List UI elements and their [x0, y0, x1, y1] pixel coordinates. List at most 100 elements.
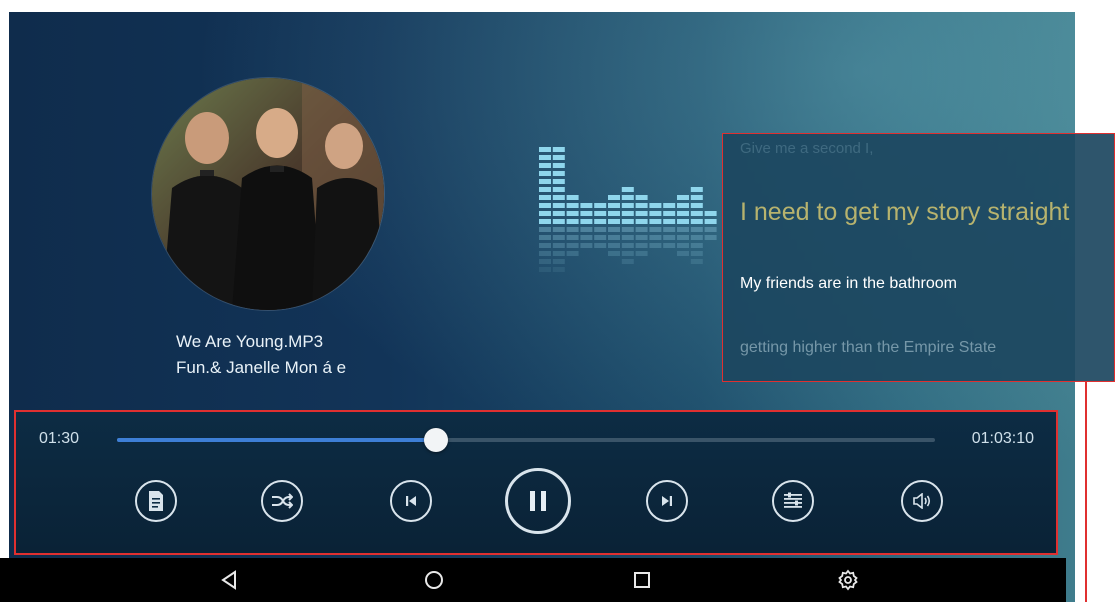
eq-reflection-segment: [566, 235, 579, 240]
eq-reflection-segment: [677, 235, 689, 240]
pause-button[interactable]: [505, 468, 571, 534]
eq-segment: [594, 219, 607, 224]
eq-reflection-segment: [649, 243, 662, 248]
eq-reflection-segment: [690, 235, 703, 240]
settings-button[interactable]: [835, 567, 861, 593]
eq-reflection-segment: [635, 227, 648, 232]
eq-reflection-segment: [621, 251, 634, 256]
eq-segment: [552, 163, 565, 168]
eq-segment: [552, 155, 565, 160]
eq-segment: [649, 211, 662, 216]
equalizer-visualizer: [539, 147, 717, 272]
eq-segment: [608, 203, 620, 208]
eq-segment: [621, 195, 634, 200]
eq-segment: [539, 179, 551, 184]
eq-reflection-segment: [621, 243, 634, 248]
lyric-line-previous: Give me a second I,: [740, 140, 874, 157]
eq-reflection-segment: [690, 243, 703, 248]
eq-segment: [594, 203, 607, 208]
eq-segment: [704, 219, 717, 224]
eq-reflection-segment: [690, 251, 703, 256]
back-button[interactable]: [216, 567, 242, 593]
eq-segment: [608, 195, 620, 200]
eq-segment: [663, 203, 676, 208]
eq-segment: [566, 195, 579, 200]
eq-segment: [635, 219, 648, 224]
eq-segment: [649, 219, 662, 224]
eq-segment: [608, 211, 620, 216]
eq-reflection-segment: [566, 227, 579, 232]
eq-reflection-segment: [663, 243, 676, 248]
eq-reflection-segment: [621, 227, 634, 232]
progress-track[interactable]: [117, 428, 935, 452]
playback-controls: 01:30 01:03:10: [14, 410, 1058, 555]
eq-reflection-segment: [608, 251, 620, 256]
song-title: We Are Young.MP3: [176, 332, 324, 351]
eq-segment: [677, 219, 689, 224]
eq-reflection-segment: [552, 235, 565, 240]
eq-segment: [649, 203, 662, 208]
next-button[interactable]: [646, 480, 688, 522]
album-cover-image: [152, 78, 384, 310]
volume-button[interactable]: [901, 480, 943, 522]
recents-button[interactable]: [629, 567, 655, 593]
eq-reflection-segment: [621, 235, 634, 240]
settings-icon: [838, 569, 858, 591]
equalizer-settings-button[interactable]: [772, 480, 814, 522]
eq-segment: [552, 195, 565, 200]
eq-reflection-segment: [552, 227, 565, 232]
shuffle-icon: [272, 493, 293, 509]
playlist-button[interactable]: [135, 480, 177, 522]
eq-segment: [621, 219, 634, 224]
eq-reflection-segment: [539, 243, 551, 248]
eq-segment: [635, 195, 648, 200]
eq-reflection-segment: [677, 251, 689, 256]
eq-segment: [552, 179, 565, 184]
eq-segment: [552, 147, 565, 152]
eq-reflection-segment: [690, 227, 703, 232]
eq-segment: [539, 147, 551, 152]
eq-reflection-segment: [635, 235, 648, 240]
eq-segment: [539, 219, 551, 224]
eq-reflection-segment: [621, 259, 634, 264]
eq-segment: [635, 203, 648, 208]
eq-reflection-segment: [594, 235, 607, 240]
eq-segment: [539, 187, 551, 192]
eq-segment: [552, 171, 565, 176]
document-icon: [149, 491, 163, 511]
eq-reflection-segment: [539, 227, 551, 232]
home-button[interactable]: [421, 567, 447, 593]
eq-segment: [580, 219, 593, 224]
eq-reflection-segment: [663, 235, 676, 240]
eq-segment: [539, 203, 551, 208]
eq-reflection-segment: [649, 227, 662, 232]
eq-reflection-segment: [649, 235, 662, 240]
song-info: We Are Young.MP3 Fun.& Janelle Mon á e: [176, 329, 346, 381]
eq-segment: [539, 163, 551, 168]
skip-previous-icon: [406, 496, 416, 506]
lyric-line-current: I need to get my story straight: [740, 198, 1070, 226]
skip-next-icon: [662, 496, 672, 506]
previous-button[interactable]: [390, 480, 432, 522]
album-art: [152, 78, 384, 310]
eq-reflection-segment: [552, 251, 565, 256]
eq-segment: [621, 203, 634, 208]
eq-segment: [704, 211, 717, 216]
eq-segment: [663, 219, 676, 224]
eq-segment: [677, 203, 689, 208]
eq-reflection-segment: [552, 259, 565, 264]
volume-icon: [913, 493, 931, 509]
eq-segment: [566, 203, 579, 208]
eq-reflection-segment: [677, 227, 689, 232]
song-artist: Fun.& Janelle Mon á e: [176, 358, 347, 377]
eq-segment: [690, 195, 703, 200]
eq-segment: [594, 211, 607, 216]
progress-thumb[interactable]: [424, 428, 449, 452]
eq-reflection-segment: [539, 267, 551, 272]
eq-reflection-segment: [552, 243, 565, 248]
eq-segment: [690, 187, 703, 192]
shuffle-button[interactable]: [261, 480, 303, 522]
eq-reflection-segment: [677, 243, 689, 248]
eq-segment: [580, 211, 593, 216]
eq-reflection-segment: [539, 235, 551, 240]
